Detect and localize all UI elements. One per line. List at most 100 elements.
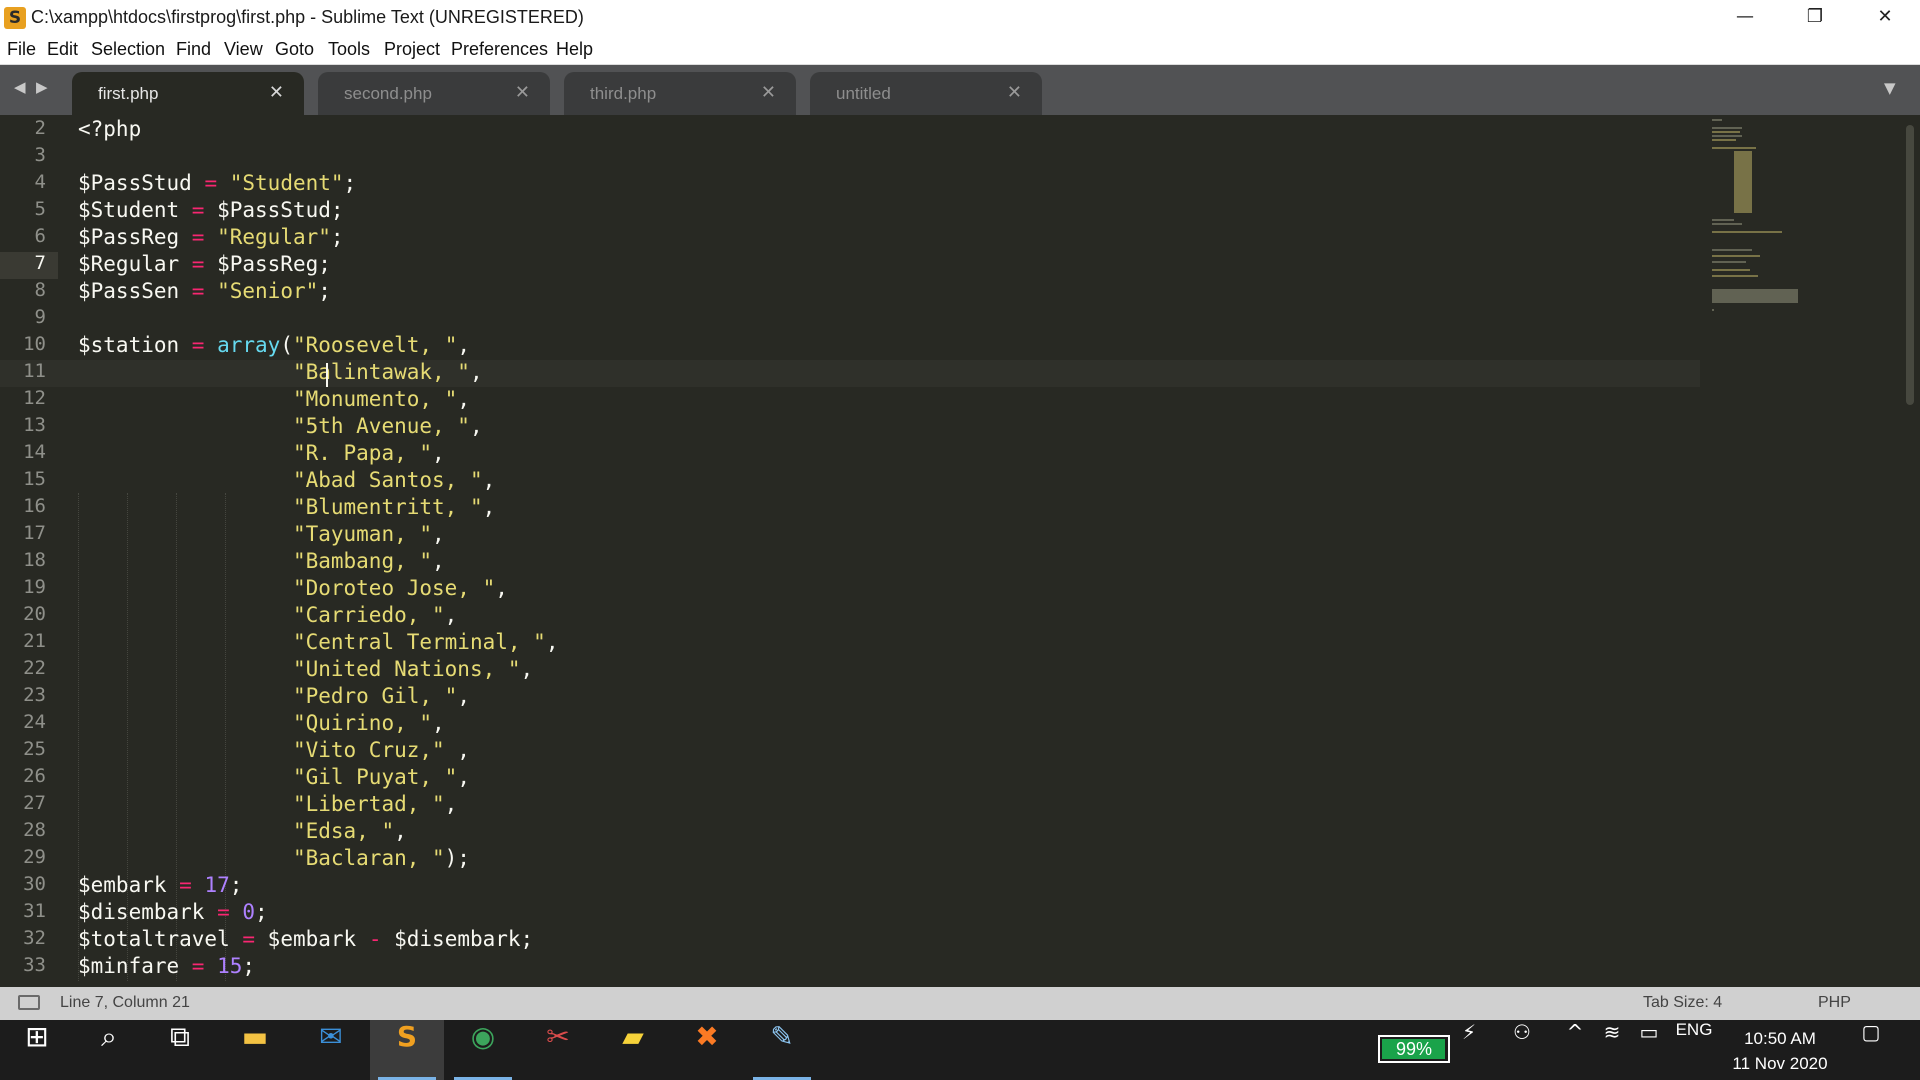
tab-close-icon[interactable]: ✕ — [761, 82, 776, 103]
code-line[interactable] — [78, 144, 558, 171]
tab-prev-arrow-icon[interactable]: ◀ — [14, 78, 26, 96]
line-number[interactable]: 26 — [0, 765, 58, 792]
start-button[interactable]: ⊞ — [0, 1020, 74, 1080]
line-number[interactable]: 20 — [0, 603, 58, 630]
panel-toggle-icon[interactable] — [18, 995, 40, 1010]
tab-close-icon[interactable]: ✕ — [515, 82, 530, 103]
code-line[interactable]: "Vito Cruz," , — [78, 738, 558, 765]
taskbar-sticky-notes[interactable]: ▰ — [596, 1020, 670, 1080]
line-number[interactable]: 7 — [0, 252, 58, 279]
clock-date[interactable]: 11 Nov 2020 — [1725, 1054, 1835, 1074]
code-line[interactable]: "Doroteo Jose, ", — [78, 576, 558, 603]
line-number[interactable]: 2 — [0, 117, 58, 144]
line-number[interactable]: 16 — [0, 495, 58, 522]
menu-find[interactable]: Find — [176, 39, 211, 60]
line-number[interactable]: 32 — [0, 927, 58, 954]
taskbar-chrome[interactable]: ◉ — [446, 1020, 520, 1080]
tab-close-icon[interactable]: ✕ — [269, 82, 284, 103]
line-number[interactable]: 9 — [0, 306, 58, 333]
close-button[interactable]: ✕ — [1850, 0, 1920, 36]
line-number[interactable]: 4 — [0, 171, 58, 198]
code-line[interactable]: "Carriedo, ", — [78, 603, 558, 630]
menu-preferences[interactable]: Preferences — [451, 39, 548, 60]
wifi-icon[interactable]: ≋ — [1594, 1020, 1630, 1080]
code-line[interactable]: $minfare = 15; — [78, 954, 558, 981]
taskbar-xampp[interactable]: ✖ — [670, 1020, 744, 1080]
power-plug-icon[interactable]: ⚡ — [1452, 1020, 1486, 1080]
notifications-icon[interactable]: ▢ — [1850, 1020, 1892, 1080]
line-number[interactable]: 8 — [0, 279, 58, 306]
line-number[interactable]: 21 — [0, 630, 58, 657]
line-number[interactable]: 17 — [0, 522, 58, 549]
taskbar-paint[interactable]: ✎ — [745, 1020, 819, 1080]
line-number[interactable]: 14 — [0, 441, 58, 468]
line-number[interactable]: 28 — [0, 819, 58, 846]
line-number[interactable]: 22 — [0, 657, 58, 684]
code-editor[interactable]: 2 3 4 5 6 7 8 9 10 11 12 13 14 15 16 17 18 19 20 21 22 23 24 25… — [0, 115, 1920, 987]
line-number[interactable]: 25 — [0, 738, 58, 765]
tab-size-indicator[interactable]: Tab Size: 4 — [1643, 994, 1722, 1012]
code-line[interactable]: "Baclaran, "); — [78, 846, 558, 873]
code-line[interactable]: "Edsa, ", — [78, 819, 558, 846]
restore-button[interactable]: ❐ — [1780, 0, 1850, 36]
code-line[interactable] — [78, 306, 558, 333]
menu-file[interactable]: File — [7, 39, 36, 60]
line-number[interactable]: 13 — [0, 414, 58, 441]
minimize-button[interactable]: — — [1710, 0, 1780, 36]
task-view-button[interactable]: ⧉ — [143, 1020, 217, 1080]
syntax-indicator[interactable]: PHP — [1818, 994, 1851, 1012]
code-text[interactable]: <?php $PassStud = "Student"; $Student = $P… — [78, 117, 558, 981]
tab-second-php[interactable]: second.php ✕ — [318, 72, 550, 115]
code-line[interactable]: "United Nations, ", — [78, 657, 558, 684]
code-line[interactable]: <?php — [78, 117, 558, 144]
minimap[interactable] — [1712, 119, 1822, 339]
code-line[interactable]: "Central Terminal, ", — [78, 630, 559, 657]
code-line[interactable]: $embark = 17; — [78, 873, 558, 900]
line-number[interactable]: 19 — [0, 576, 58, 603]
code-line[interactable]: $PassStud = "Student"; — [78, 171, 558, 198]
menu-view[interactable]: View — [224, 39, 263, 60]
code-line[interactable]: "Pedro Gil, ", — [78, 684, 558, 711]
language-indicator[interactable]: ENG — [1670, 1020, 1718, 1080]
taskbar-search[interactable]: ⌕ — [72, 1020, 146, 1080]
code-line[interactable]: $disembark = 0; — [78, 900, 558, 927]
line-number[interactable]: 27 — [0, 792, 58, 819]
menu-help[interactable]: Help — [556, 39, 593, 60]
line-number-gutter[interactable]: 2 3 4 5 6 7 8 9 10 11 12 13 14 15 16 17 18 19 20 21 22 23 24 25… — [0, 117, 58, 981]
title-bar[interactable]: C:\xampp\htdocs\firstprog\first.php - Su… — [0, 0, 1920, 36]
menu-project[interactable]: Project — [384, 39, 440, 60]
code-line[interactable]: $Regular = $PassReg; — [78, 252, 558, 279]
line-number[interactable]: 31 — [0, 900, 58, 927]
code-line[interactable]: $PassReg = "Regular"; — [78, 225, 558, 252]
taskbar-file-explorer[interactable]: ▬ — [218, 1020, 292, 1080]
line-number[interactable]: 6 — [0, 225, 58, 252]
tab-first-php[interactable]: first.php ✕ — [72, 72, 304, 115]
line-number[interactable]: 29 — [0, 846, 58, 873]
code-line[interactable]: "Libertad, ", — [78, 792, 558, 819]
code-line[interactable]: "Monumento, ", — [78, 387, 558, 414]
code-line[interactable]: "Abad Santos, ", — [78, 468, 558, 495]
code-line[interactable]: "Quirino, ", — [78, 711, 558, 738]
tab-list-dropdown-icon[interactable]: ▼ — [1884, 79, 1896, 97]
show-hidden-icons-chevron-icon[interactable]: ^ — [1557, 1020, 1593, 1080]
line-number[interactable]: 18 — [0, 549, 58, 576]
line-number[interactable]: 10 — [0, 333, 58, 360]
line-number[interactable]: 11 — [0, 360, 58, 387]
code-line[interactable]: "5th Avenue, ", — [78, 414, 558, 441]
tab-third-php[interactable]: third.php ✕ — [564, 72, 796, 115]
tab-untitled[interactable]: untitled ✕ — [810, 72, 1042, 115]
line-number[interactable]: 3 — [0, 144, 58, 171]
tab-next-arrow-icon[interactable]: ▶ — [36, 78, 48, 96]
line-number[interactable]: 30 — [0, 873, 58, 900]
menu-tools[interactable]: Tools — [328, 39, 370, 60]
clock-time[interactable]: 10:50 AM — [1725, 1029, 1835, 1049]
code-line[interactable]: "Gil Puyat, ", — [78, 765, 558, 792]
line-number[interactable]: 33 — [0, 954, 58, 981]
code-line[interactable]: $station = array("Roosevelt, ", — [78, 333, 558, 360]
taskbar-sublime-text[interactable]: S — [370, 1020, 444, 1080]
code-line[interactable]: $Student = $PassStud; — [78, 198, 558, 225]
code-line[interactable]: $PassSen = "Senior"; — [78, 279, 558, 306]
line-number[interactable]: 5 — [0, 198, 58, 225]
code-line[interactable]: $totaltravel = $embark - $disembark; — [78, 927, 558, 954]
battery-indicator[interactable]: 99% — [1378, 1035, 1450, 1063]
